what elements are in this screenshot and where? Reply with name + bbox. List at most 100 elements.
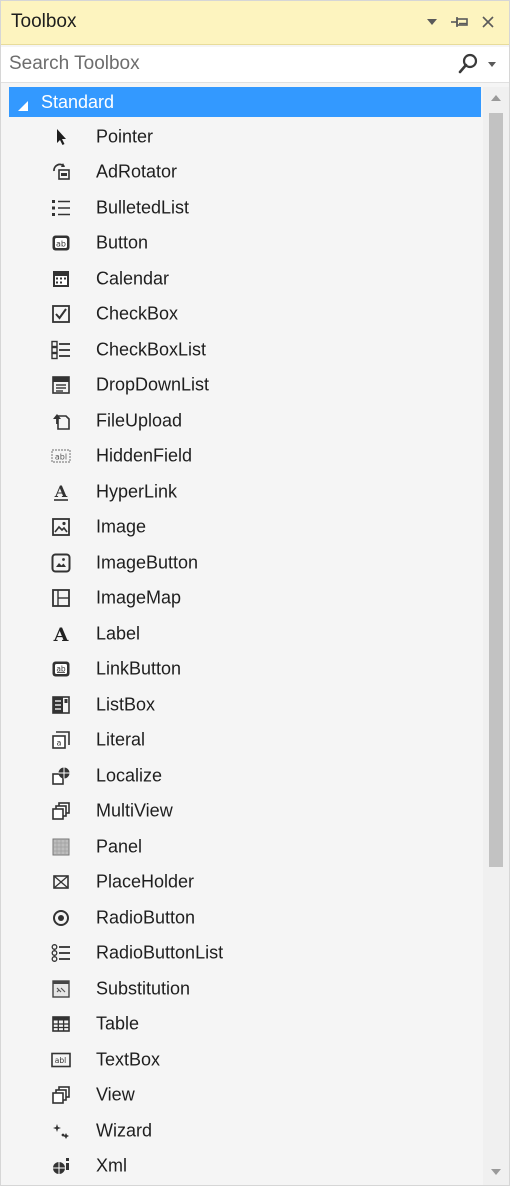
toolbox-item-fileupload[interactable]: FileUpload — [9, 403, 481, 439]
search-icon[interactable] — [457, 53, 479, 75]
svg-text:abl: abl — [55, 1056, 66, 1065]
listbox-icon — [51, 695, 71, 715]
xml-icon — [51, 1156, 71, 1176]
toolbox-item-textbox[interactable]: abl TextBox — [9, 1042, 481, 1078]
item-label: RadioButton — [96, 907, 196, 928]
item-label: LinkButton — [96, 658, 182, 679]
item-label: View — [96, 1084, 135, 1105]
toolbox-item-label[interactable]: A Label — [9, 616, 481, 652]
item-label: Literal — [96, 729, 146, 750]
literal-icon: a — [51, 730, 71, 750]
pointer-icon — [51, 127, 71, 147]
toolbox-item-placeholder[interactable]: PlaceHolder — [9, 865, 481, 901]
toolbox-item-panel[interactable]: Panel — [9, 829, 481, 865]
radio-button-list-icon — [51, 943, 71, 963]
item-label: Panel — [96, 836, 143, 857]
item-label: ImageButton — [96, 552, 199, 573]
item-label: MultiView — [96, 800, 173, 821]
item-label: Table — [96, 1013, 140, 1034]
toolbox-item-xml[interactable]: Xml — [9, 1149, 481, 1185]
toolbox-item-button[interactable]: ab Button — [9, 226, 481, 262]
toolbox-item-table[interactable]: Table — [9, 1007, 481, 1043]
panel-title: Toolbox — [11, 11, 77, 32]
toolbox-item-localize[interactable]: Localize — [9, 758, 481, 794]
auto-hide-pin-icon[interactable] — [449, 9, 471, 35]
toolbox-item-bulletedlist[interactable]: BulletedList — [9, 190, 481, 226]
item-label: CheckBox — [96, 303, 179, 324]
panel-icon — [51, 837, 71, 857]
item-label: Label — [96, 623, 141, 644]
image-icon — [51, 517, 71, 537]
search-box — [1, 47, 509, 83]
item-label: DropDownList — [96, 374, 210, 395]
item-label: Xml — [96, 1155, 127, 1176]
hidden-field-icon: abl — [51, 446, 71, 466]
table-icon — [51, 1014, 71, 1034]
toolbox-item-list: Pointer AdRotator BulletedList ab Button… — [9, 119, 481, 1184]
item-label: Substitution — [96, 978, 191, 999]
calendar-icon — [51, 269, 71, 289]
toolbox-item-imagemap[interactable]: ImageMap — [9, 581, 481, 617]
adrotator-icon — [51, 162, 71, 182]
search-input[interactable] — [5, 50, 453, 78]
toolbox-item-adrotator[interactable]: AdRotator — [9, 155, 481, 191]
toolbox-item-listbox[interactable]: ListBox — [9, 687, 481, 723]
localize-icon — [51, 766, 71, 786]
placeholder-icon — [51, 872, 71, 892]
item-label: HyperLink — [96, 481, 178, 502]
svg-text:ab: ab — [56, 240, 66, 249]
item-label: AdRotator — [96, 161, 178, 182]
toolbox-titlebar: Toolbox — [1, 1, 509, 45]
toolbox-item-literal[interactable]: a Literal — [9, 723, 481, 759]
item-label: BulletedList — [96, 197, 190, 218]
item-label: HiddenField — [96, 445, 193, 466]
item-label: ListBox — [96, 694, 156, 715]
checkbox-icon — [51, 304, 71, 324]
bulleted-list-icon — [51, 198, 71, 218]
wizard-icon — [51, 1121, 71, 1141]
toolbox-item-imagebutton[interactable]: ImageButton — [9, 545, 481, 581]
file-upload-icon — [51, 411, 71, 431]
item-label: Calendar — [96, 268, 170, 289]
item-label: CheckBoxList — [96, 339, 207, 360]
scrollbar-thumb[interactable] — [489, 113, 503, 867]
link-button-icon: ab — [51, 659, 71, 679]
item-label: Localize — [96, 765, 163, 786]
item-label: TextBox — [96, 1049, 161, 1070]
vertical-scrollbar[interactable] — [483, 87, 509, 1185]
toolbox-item-wizard[interactable]: Wizard — [9, 1113, 481, 1149]
hyperlink-icon: A — [51, 482, 71, 502]
checkbox-list-icon — [51, 340, 71, 360]
toolbox-item-pointer[interactable]: Pointer — [9, 119, 481, 155]
item-label: FileUpload — [96, 410, 183, 431]
svg-text:a: a — [57, 739, 62, 748]
item-label: Pointer — [96, 126, 154, 147]
toolbox-item-checkboxlist[interactable]: CheckBoxList — [9, 332, 481, 368]
radio-button-icon — [51, 908, 71, 928]
image-button-icon — [51, 553, 71, 573]
toolbox-item-dropdownlist[interactable]: DropDownList — [9, 368, 481, 404]
toolbox-item-calendar[interactable]: Calendar — [9, 261, 481, 297]
toolbox-item-radiobuttonlist[interactable]: RadioButtonList — [9, 936, 481, 972]
image-map-icon — [51, 588, 71, 608]
search-options-dropdown-icon[interactable] — [485, 53, 499, 75]
toolbox-window: Toolbox Search Toolbox Standard Pointer … — [0, 0, 510, 1186]
toolbox-item-linkbutton[interactable]: ab LinkButton — [9, 652, 481, 688]
toolbox-item-hiddenfield[interactable]: abl HiddenField — [9, 439, 481, 475]
group-standard[interactable]: Standard — [9, 87, 481, 117]
scroll-down-arrow-icon[interactable] — [489, 1165, 503, 1179]
toolbox-item-radiobutton[interactable]: RadioButton — [9, 900, 481, 936]
toolbox-item-image[interactable]: Image — [9, 510, 481, 546]
toolbox-item-multiview[interactable]: MultiView — [9, 794, 481, 830]
item-label: ImageMap — [96, 587, 182, 608]
toolbox-item-checkbox[interactable]: CheckBox — [9, 297, 481, 333]
item-label: PlaceHolder — [96, 871, 195, 892]
scroll-up-arrow-icon[interactable] — [489, 91, 503, 105]
collapse-triangle-icon[interactable] — [17, 96, 29, 117]
close-icon[interactable] — [477, 9, 499, 35]
toolbox-item-hyperlink[interactable]: A HyperLink — [9, 474, 481, 510]
window-position-dropdown-icon[interactable] — [421, 9, 443, 35]
toolbox-item-substitution[interactable]: Substitution — [9, 971, 481, 1007]
toolbox-item-view[interactable]: View — [9, 1078, 481, 1114]
textbox-icon: abl — [51, 1050, 71, 1070]
